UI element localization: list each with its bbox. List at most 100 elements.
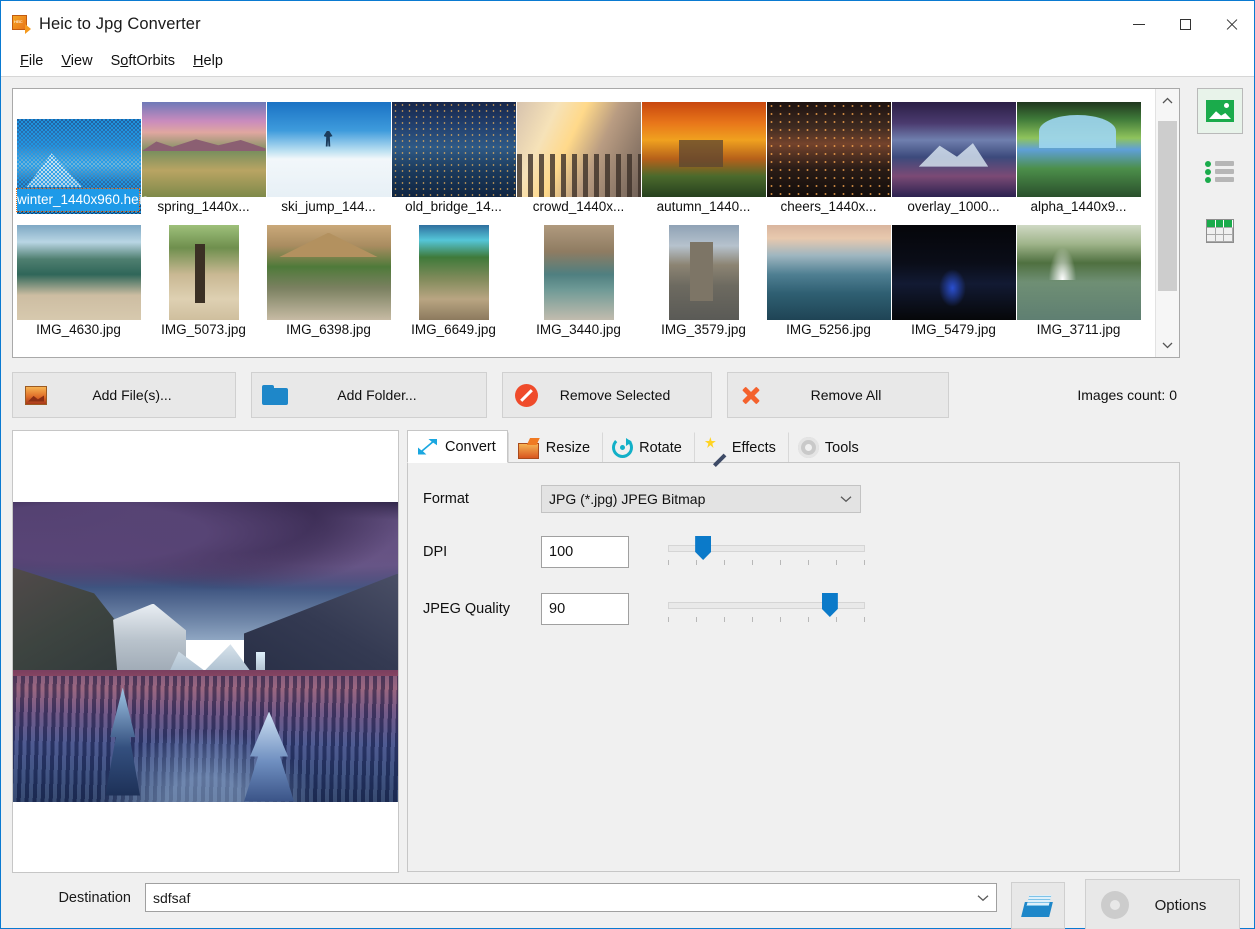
dpi-slider-ticks	[668, 560, 865, 566]
options-button[interactable]: Options	[1085, 879, 1240, 929]
thumbnail-item[interactable]: alpha_1440x9...	[1016, 92, 1141, 215]
scrollbar-thumb[interactable]	[1158, 121, 1177, 291]
deny-icon	[503, 384, 549, 407]
chevron-down-icon	[832, 495, 860, 503]
thumbnail-label: overlay_1000...	[907, 199, 999, 214]
details-view-button[interactable]	[1197, 208, 1243, 254]
thumbnail-item[interactable]: IMG_3711.jpg	[1016, 215, 1141, 338]
thumbnail-label: IMG_3440.jpg	[536, 322, 621, 337]
thumbnail-item[interactable]	[141, 338, 266, 357]
add-folder-label: Add Folder...	[298, 387, 486, 403]
thumbnail-label: IMG_6398.jpg	[286, 322, 371, 337]
thumbnail-item[interactable]: overlay_1000...	[891, 92, 1016, 215]
thumbnail-item[interactable]: IMG_3579.jpg	[641, 215, 766, 338]
thumbnail-image	[669, 225, 739, 320]
maximize-icon	[1180, 19, 1191, 30]
thumbnail-list-panel: winter_1440x960.heic spring_1440x... ski_j…	[12, 88, 1180, 358]
thumbnail-label: ski_jump_144...	[281, 199, 376, 214]
quality-slider[interactable]	[668, 591, 865, 627]
thumbnail-item[interactable]: IMG_6649.jpg	[391, 215, 516, 338]
thumbnail-image	[517, 102, 641, 197]
thumbnail-item[interactable]: cheers_1440x...	[766, 92, 891, 215]
format-value: JPG (*.jpg) JPEG Bitmap	[549, 491, 832, 507]
thumbnail-image	[767, 102, 891, 197]
menu-file[interactable]: File	[11, 51, 52, 71]
menu-softorbits[interactable]: SoftOrbits	[102, 51, 184, 71]
dpi-input[interactable]: 100	[541, 536, 629, 568]
maximize-button[interactable]	[1162, 1, 1208, 47]
tab-rotate-label: Rotate	[639, 440, 682, 456]
menu-view[interactable]: View	[52, 51, 101, 71]
tab-convert[interactable]: Convert	[407, 430, 508, 463]
thumbnail-item[interactable]: IMG_6398.jpg	[266, 215, 391, 338]
thumbnail-item[interactable]	[391, 338, 516, 357]
tab-resize[interactable]: Resize	[508, 432, 602, 462]
view-mode-toolbar	[1197, 88, 1243, 254]
list-view-button[interactable]	[1197, 148, 1243, 194]
folder-icon	[252, 385, 298, 405]
dpi-slider-thumb[interactable]	[695, 536, 711, 560]
rotate-icon	[612, 437, 633, 458]
thumbnail-image	[892, 225, 1016, 320]
thumbnail-item[interactable]: crowd_1440x...	[516, 92, 641, 215]
menu-help[interactable]: Help	[184, 51, 232, 71]
thumbnail-item[interactable]	[516, 338, 641, 357]
thumbnail-label: spring_1440x...	[157, 199, 249, 214]
thumbnail-image	[1017, 102, 1141, 197]
thumbnail-item[interactable]: IMG_3440.jpg	[516, 215, 641, 338]
thumbnail-item[interactable]: winter_1440x960.heic	[16, 92, 141, 215]
minimize-button[interactable]	[1116, 1, 1162, 47]
images-count-label: Images count: 0	[1077, 387, 1180, 403]
options-label: Options	[1144, 897, 1239, 914]
remove-all-button[interactable]: Remove All	[727, 372, 949, 418]
tab-tools[interactable]: Tools	[788, 432, 871, 462]
thumbnail-item[interactable]: old_bridge_14...	[391, 92, 516, 215]
thumbnail-image	[267, 102, 391, 197]
table-icon	[1206, 219, 1234, 243]
quality-input[interactable]: 90	[541, 593, 629, 625]
thumbnail-item[interactable]: IMG_5073.jpg	[141, 215, 266, 338]
thumbnail-item[interactable]: IMG_5479.jpg	[891, 215, 1016, 338]
window-title: Heic to Jpg Converter	[39, 15, 201, 34]
add-files-label: Add File(s)...	[59, 387, 235, 403]
quality-slider-thumb[interactable]	[822, 593, 838, 617]
format-select[interactable]: JPG (*.jpg) JPEG Bitmap	[541, 485, 861, 513]
thumbnail-item[interactable]: IMG_4630.jpg	[16, 215, 141, 338]
thumbnail-image	[142, 102, 266, 197]
thumbnail-scrollbar[interactable]	[1155, 89, 1179, 357]
tools-icon	[798, 437, 819, 458]
thumbnail-item[interactable]: ski_jump_144...	[266, 92, 391, 215]
destination-input[interactable]: sdfsaf	[145, 883, 997, 912]
thumbnail-label: IMG_4630.jpg	[36, 322, 121, 337]
close-icon	[1225, 18, 1238, 31]
thumbnail-item[interactable]: spring_1440x...	[141, 92, 266, 215]
thumbnail-label: cheers_1440x...	[780, 199, 876, 214]
tab-effects-label: Effects	[732, 440, 776, 456]
file-action-bar: Add File(s)... Add Folder... Remove Sele…	[12, 370, 1180, 420]
destination-label: Destination	[12, 890, 145, 906]
thumbnail-image	[544, 225, 614, 320]
dpi-label: DPI	[408, 544, 541, 560]
thumbnail-item[interactable]	[16, 338, 141, 357]
browse-destination-button[interactable]	[1011, 882, 1065, 929]
dpi-slider[interactable]	[668, 534, 865, 570]
add-folder-button[interactable]: Add Folder...	[251, 372, 487, 418]
remove-selected-button[interactable]: Remove Selected	[502, 372, 712, 418]
tab-rotate[interactable]: Rotate	[602, 432, 694, 462]
tab-effects[interactable]: Effects	[694, 432, 788, 462]
remove-selected-label: Remove Selected	[549, 387, 711, 403]
thumbnail-item[interactable]: autumn_1440...	[641, 92, 766, 215]
add-files-button[interactable]: Add File(s)...	[12, 372, 236, 418]
chevron-down-icon[interactable]	[970, 894, 996, 902]
heic-file-icon	[12, 15, 30, 33]
scroll-up-button[interactable]	[1156, 89, 1179, 113]
scroll-down-button[interactable]	[1156, 333, 1179, 357]
format-row: Format JPG (*.jpg) JPEG Bitmap	[408, 485, 1179, 513]
thumbnail-view-button[interactable]	[1197, 88, 1243, 134]
thumbnail-item[interactable]	[266, 338, 391, 357]
thumbnail-item[interactable]: IMG_5256.jpg	[766, 215, 891, 338]
settings-tab-panel: Convert Resize Rotate Effects Tools	[407, 430, 1180, 873]
close-button[interactable]	[1208, 1, 1254, 47]
scrollbar-track[interactable]	[1156, 113, 1179, 333]
tab-convert-label: Convert	[445, 439, 496, 455]
